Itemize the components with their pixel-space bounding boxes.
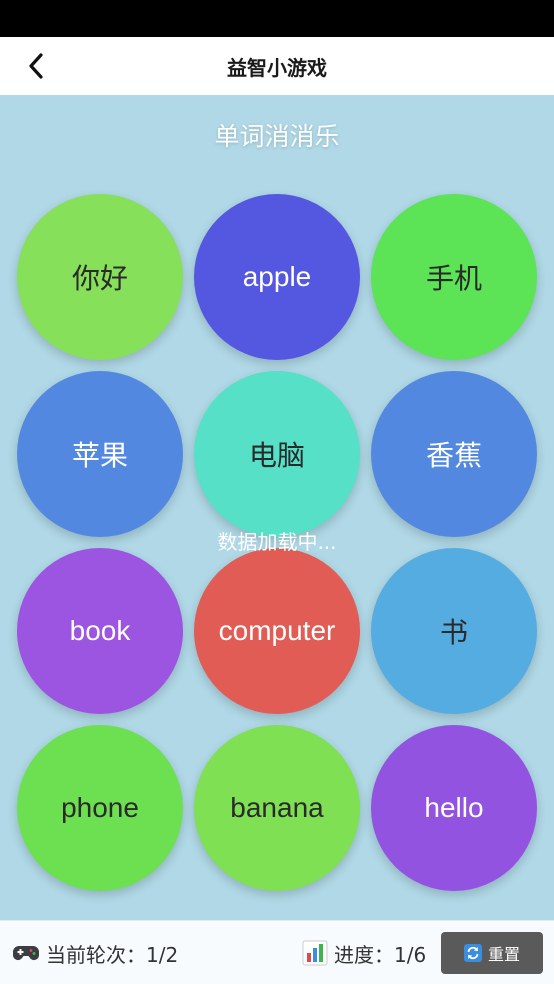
progress-info: 进度：1/6	[302, 939, 426, 967]
bottom-bar: 当前轮次：1/2 进度：1/6 重置	[0, 920, 554, 984]
word-bubble[interactable]: hello	[371, 725, 537, 891]
game-title: 单词消消乐	[214, 122, 340, 151]
round-info: 当前轮次：1/2	[12, 939, 178, 967]
reset-button[interactable]: 重置	[441, 932, 543, 974]
word-bubble[interactable]: apple	[194, 194, 360, 360]
word-bubble[interactable]: phone	[17, 725, 183, 891]
back-button[interactable]	[18, 50, 54, 82]
gamepad-icon	[13, 946, 39, 960]
refresh-icon	[463, 944, 482, 962]
nav-bar: 益智小游戏	[0, 37, 554, 95]
loading-text: 数据加载中...	[217, 530, 337, 554]
word-bubble[interactable]: book	[17, 548, 183, 714]
word-bubble[interactable]: 你好	[17, 194, 183, 360]
status-bar	[0, 0, 554, 37]
word-bubble[interactable]: computer	[194, 548, 360, 714]
progress-label: 进度：1/6	[334, 942, 427, 967]
word-bubble[interactable]: 电脑	[194, 371, 360, 537]
reset-label: 重置	[487, 945, 520, 964]
bar-chart-icon	[302, 940, 328, 966]
word-bubble[interactable]: 香蕉	[371, 371, 537, 537]
page-title: 益智小游戏	[227, 55, 327, 80]
word-bubble[interactable]: 书	[371, 548, 537, 714]
round-label: 当前轮次：1/2	[46, 942, 179, 967]
chevron-left-icon	[29, 53, 43, 79]
word-bubble[interactable]: 手机	[371, 194, 537, 360]
game-area: 单词消消乐 你好 apple 手机苹果 电脑 香蕉 book computer 书 phone b…	[0, 95, 554, 920]
word-bubble[interactable]: banana	[194, 725, 360, 891]
word-bubble[interactable]: 苹果	[17, 371, 183, 537]
